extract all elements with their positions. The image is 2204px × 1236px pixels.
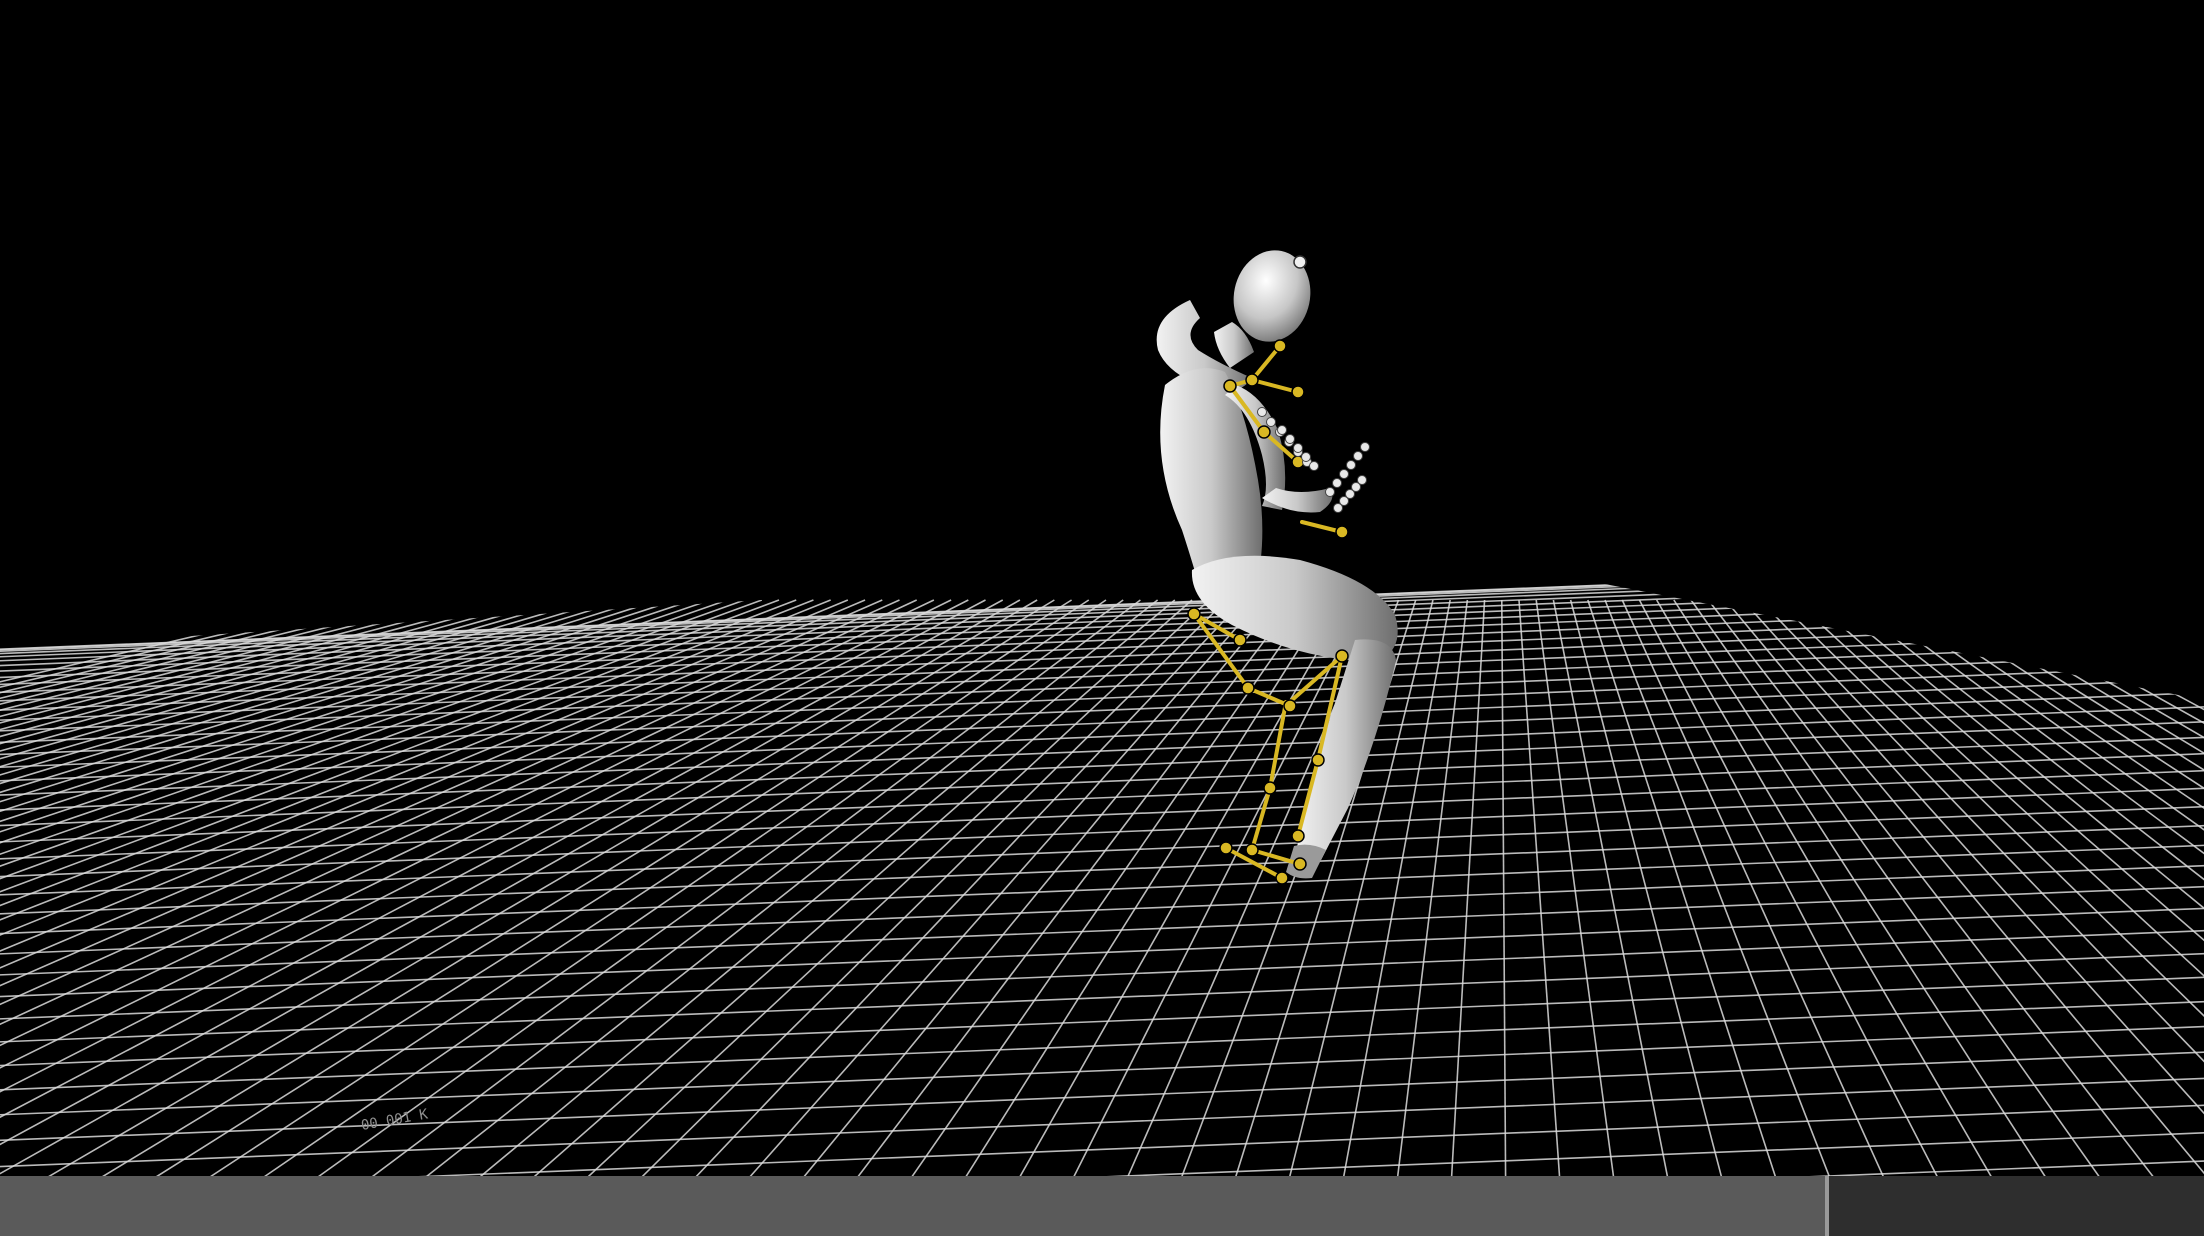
finger-joint-icon[interactable] (1301, 452, 1311, 462)
rig-joint-icon[interactable] (1291, 385, 1305, 399)
rig-joint-icon[interactable] (1275, 871, 1289, 885)
rig-joint-icon[interactable] (1335, 525, 1349, 539)
finger-joint-icon[interactable] (1325, 487, 1335, 497)
rig-joint-icon[interactable] (1311, 753, 1325, 767)
3d-viewport[interactable]: 00 001 K (0, 0, 2204, 1236)
rig-joint-icon[interactable] (1219, 841, 1233, 855)
rig-joint-icon[interactable] (1291, 829, 1305, 843)
finger-joint-icon[interactable] (1353, 451, 1363, 461)
finger-joint-icon[interactable] (1266, 417, 1276, 427)
finger-joint-icon[interactable] (1360, 442, 1370, 452)
timeline-progress-fill[interactable] (0, 1176, 1830, 1236)
finger-joint-icon[interactable] (1257, 407, 1267, 417)
finger-joint-icon[interactable] (1309, 461, 1319, 471)
rig-joint-icon[interactable] (1241, 681, 1255, 695)
rig-joint-icon[interactable] (1245, 373, 1259, 387)
finger-joint-icon[interactable] (1293, 443, 1303, 453)
rig-joint-icon[interactable] (1335, 649, 1349, 663)
rig-joint-icon[interactable] (1257, 425, 1271, 439)
rig-joint-icon[interactable] (1223, 379, 1237, 393)
rig-joint-icon[interactable] (1233, 633, 1247, 647)
finger-joint-icon[interactable] (1277, 425, 1287, 435)
rig-joint-icon[interactable] (1187, 607, 1201, 621)
rig-joint-icon[interactable] (1263, 781, 1277, 795)
finger-joint-icon[interactable] (1339, 469, 1349, 479)
finger-joint-icon[interactable] (1285, 434, 1295, 444)
finger-joint-icon[interactable] (1346, 460, 1356, 470)
timeline-scrubber[interactable] (0, 1176, 2204, 1236)
head-locator-icon[interactable] (1293, 255, 1307, 269)
rig-joint-icon[interactable] (1293, 857, 1307, 871)
rig-joint-icon[interactable] (1273, 339, 1287, 353)
finger-joint-icon[interactable] (1332, 478, 1342, 488)
rig-joint-icon[interactable] (1245, 843, 1259, 857)
finger-joint-icon[interactable] (1357, 475, 1367, 485)
rig-joint-icon[interactable] (1283, 699, 1297, 713)
